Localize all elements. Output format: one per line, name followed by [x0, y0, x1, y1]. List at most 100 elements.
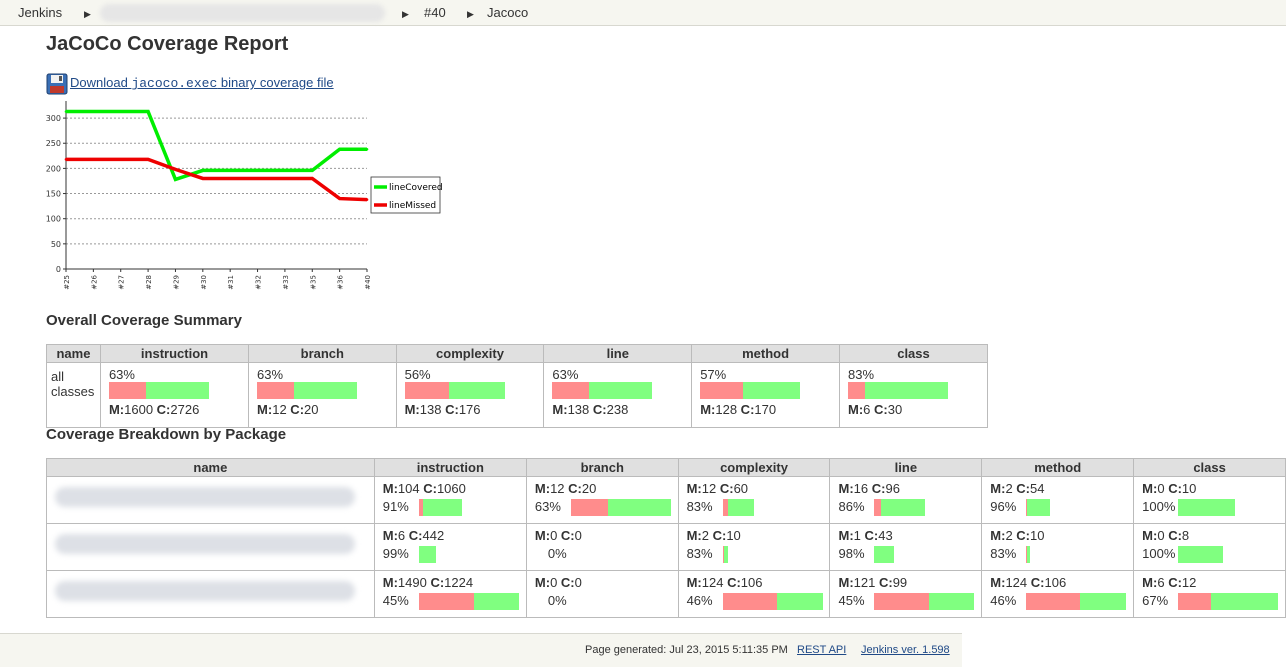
coverage-bar: [1178, 593, 1279, 611]
covered-bar-segment: [1211, 593, 1279, 611]
covered-bar-segment: [145, 382, 209, 400]
y-tick-label: 250: [46, 139, 61, 148]
x-tick-label: #26: [90, 274, 98, 289]
data-point: [174, 178, 177, 181]
data-point: [119, 158, 123, 161]
summary-header-method: method: [691, 344, 840, 363]
y-tick-label: 200: [46, 164, 61, 173]
missed-covered-counts: M:12 C:20: [534, 481, 597, 496]
floppy-disk-icon: [46, 73, 68, 95]
missed-bar-segment: [418, 593, 474, 611]
covered-count: 8: [1181, 528, 1190, 543]
covered-count: 43: [878, 528, 893, 543]
covered-bar-segment: [723, 546, 728, 564]
breakdown-title: Coverage Breakdown by Package: [46, 426, 287, 443]
x-tick-label: #36: [337, 274, 345, 289]
breakdown-cell-complexity: M:12 C:60 83%: [677, 476, 831, 524]
covered-count: 106: [1044, 575, 1067, 590]
covered-count: 12: [1181, 575, 1197, 590]
breakdown-cell-branch: M:12 C:20 63%: [525, 476, 679, 524]
breakdown-cell-method: M:124 C:106 46%: [981, 570, 1135, 618]
summary-cell-instruction: 63% M:1600 C:2726: [99, 362, 250, 428]
package-name-redacted[interactable]: [55, 581, 355, 601]
covered-count: 10: [1030, 528, 1045, 543]
download-coverage-link[interactable]: Download jacoco.exec binary coverage fil…: [70, 75, 334, 91]
breakdown-cell-method: M:2 C:10 83%: [981, 523, 1135, 571]
coverage-bar: [874, 593, 975, 611]
covered-bar-segment: [589, 382, 653, 400]
breakdown-cell-method: M:2 C:54 96%: [981, 476, 1135, 524]
legend-label: lineMissed: [389, 201, 436, 211]
covered-count: 20: [304, 402, 319, 418]
coverage-bar: [1026, 499, 1051, 517]
missed-count: 12: [550, 481, 565, 496]
x-tick-label: #35: [309, 275, 317, 290]
covered-count: 176: [458, 402, 481, 418]
covered-count: 1224: [444, 575, 474, 590]
y-tick-label: 50: [51, 240, 61, 249]
covered-count: 30: [887, 402, 903, 418]
coverage-bar: [1026, 593, 1127, 611]
missed-covered-counts: M:1 C:43: [838, 528, 893, 543]
data-point: [119, 110, 123, 113]
package-name-cell[interactable]: [46, 476, 375, 524]
data-point: [365, 198, 369, 201]
covered-bar-segment: [1027, 499, 1051, 517]
missed-count: 0: [1157, 528, 1165, 543]
data-point: [92, 110, 95, 113]
package-row: M:104 C:1060 91% M:12 C:20 63% M:12 C:60 83% M…: [46, 476, 1286, 524]
package-name-redacted[interactable]: [55, 534, 355, 554]
breadcrumb-jacoco[interactable]: Jacoco: [487, 5, 528, 20]
breadcrumb-jenkins[interactable]: Jenkins: [18, 5, 62, 20]
missed-covered-counts: M:16 C:96: [838, 481, 900, 496]
breadcrumb-build[interactable]: #40: [424, 5, 446, 20]
package-name-cell[interactable]: [46, 570, 375, 618]
jenkins-version-link[interactable]: Jenkins ver. 1.598: [861, 644, 950, 656]
breakdown-cell-branch: M:0 C:0 0%: [525, 523, 679, 571]
package-name-redacted[interactable]: [55, 487, 355, 507]
package-name-cell[interactable]: [46, 523, 375, 571]
data-point: [338, 197, 341, 200]
x-tick-label: #28: [145, 275, 153, 290]
data-point: [92, 158, 95, 161]
rest-api-link[interactable]: REST API: [797, 644, 846, 656]
breakdown-header-branch: branch: [525, 458, 679, 477]
breadcrumb-job-redacted[interactable]: [100, 4, 385, 22]
missed-bar-segment: [1178, 593, 1212, 611]
covered-count: 2726: [170, 402, 200, 418]
x-tick-label: #31: [227, 275, 235, 290]
covered-count: 10: [726, 528, 741, 543]
missed-count: 16: [853, 481, 869, 496]
missed-covered-counts: M:128 C:170: [700, 402, 777, 418]
missed-covered-counts: M:2 C:10: [990, 528, 1045, 543]
coverage-bar: [1178, 499, 1236, 517]
covered-bar-segment: [422, 499, 462, 517]
summary-header-instruction: instruction: [99, 344, 250, 363]
data-point: [64, 158, 68, 161]
breakdown-header-line: line: [829, 458, 983, 477]
covered-bar-segment: [776, 593, 823, 611]
data-point: [310, 169, 314, 172]
breakdown-header-class: class: [1133, 458, 1286, 477]
breakdown-table: name instruction branch complexity line metho…: [46, 458, 1286, 618]
summary-cell-complexity: 56% M:138 C:176: [395, 362, 545, 428]
covered-bar-segment: [1178, 546, 1224, 564]
breakdown-header-name: name: [46, 458, 375, 477]
missed-covered-counts: M:1490 C:1224: [382, 575, 474, 590]
coverage-percent: 63%: [552, 367, 579, 382]
covered-count: 170: [754, 402, 777, 418]
missed-count: 138: [567, 402, 590, 418]
coverage-percent: 63%: [257, 367, 284, 382]
covered-bar-segment: [1080, 593, 1127, 611]
breakdown-cell-line: M:16 C:96 86%: [829, 476, 983, 524]
data-point: [283, 177, 287, 180]
coverage-percent: 63%: [108, 367, 135, 382]
coverage-percent: 0%: [547, 593, 567, 608]
coverage-bar: [418, 593, 519, 611]
summary-header-branch: branch: [248, 344, 397, 363]
row-name-line-1: all: [51, 369, 65, 384]
package-row: M:1490 C:1224 45% M:0 C:0 0% M:124 C:106 46% M…: [46, 570, 1286, 618]
covered-bar-segment: [1178, 499, 1236, 517]
breakdown-header-method: method: [981, 458, 1135, 477]
breakdown-cell-line: M:121 C:99 45%: [829, 570, 983, 618]
